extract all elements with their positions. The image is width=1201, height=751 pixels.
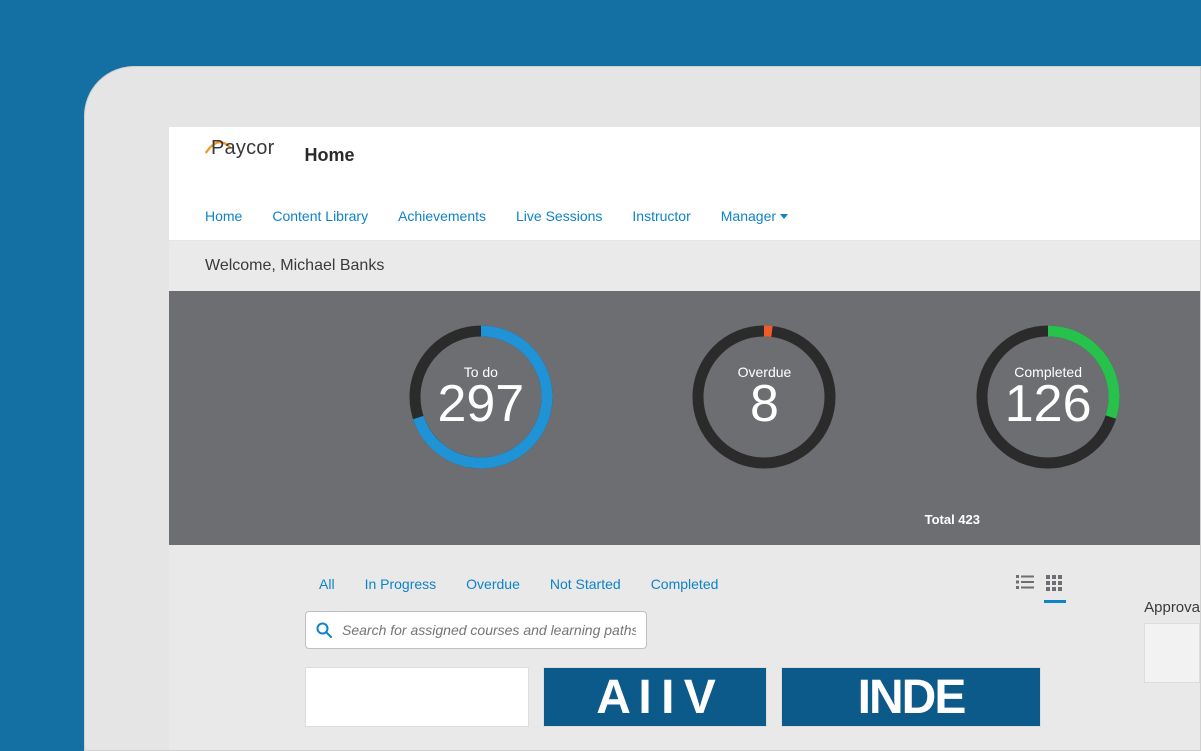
nav-content-library[interactable]: Content Library [272, 208, 368, 224]
search-box [305, 611, 647, 649]
device-frame: Paycor Home Home Content Library Achieve… [84, 66, 1201, 751]
gauge-overdue[interactable]: Overdue 8 [688, 321, 840, 473]
gauge-todo[interactable]: To do 297 [405, 321, 557, 473]
header: Paycor Home [169, 127, 1200, 192]
content-area: All In Progress Overdue Not Started Comp… [169, 545, 1200, 750]
grid-view-button[interactable] [1046, 575, 1064, 593]
approval-section-label: Approva [1144, 599, 1200, 616]
list-icon [1016, 575, 1034, 589]
main-nav: Home Content Library Achievements Live S… [169, 192, 1200, 241]
app-window: Paycor Home Home Content Library Achieve… [169, 127, 1200, 750]
filter-in-progress[interactable]: In Progress [365, 576, 437, 592]
nav-instructor[interactable]: Instructor [632, 208, 690, 224]
card-thumbnail: INDE [858, 670, 965, 725]
welcome-message: Welcome, Michael Banks [169, 241, 1200, 291]
stats-panel: To do 297 Overdue 8 Complete [169, 291, 1200, 545]
list-view-button[interactable] [1016, 575, 1034, 593]
filter-all[interactable]: All [319, 576, 335, 592]
search-icon [316, 622, 332, 638]
page-title: Home [304, 145, 354, 166]
search-input[interactable] [342, 622, 636, 638]
filter-not-started[interactable]: Not Started [550, 576, 621, 592]
card-thumbnail: A I I V [596, 670, 714, 725]
course-card[interactable]: A I I V [543, 667, 767, 727]
nav-manager[interactable]: Manager [721, 208, 788, 224]
brand-name: Paycor [211, 137, 274, 160]
nav-live-sessions[interactable]: Live Sessions [516, 208, 602, 224]
filter-overdue[interactable]: Overdue [466, 576, 520, 592]
total-count: Total 423 [925, 512, 980, 527]
course-card[interactable] [305, 667, 529, 727]
filter-completed[interactable]: Completed [651, 576, 719, 592]
nav-home[interactable]: Home [205, 208, 242, 224]
approval-panel [1144, 623, 1200, 683]
chevron-down-icon [780, 214, 788, 219]
course-cards: A I I V INDE [169, 649, 1200, 727]
gauge-completed[interactable]: Completed 126 [972, 321, 1124, 473]
brand-logo: Paycor [205, 137, 274, 174]
grid-icon [1046, 575, 1062, 591]
nav-achievements[interactable]: Achievements [398, 208, 486, 224]
course-card[interactable]: INDE [781, 667, 1041, 727]
filter-tabs: All In Progress Overdue Not Started Comp… [319, 576, 718, 592]
view-toggle [1016, 575, 1164, 593]
